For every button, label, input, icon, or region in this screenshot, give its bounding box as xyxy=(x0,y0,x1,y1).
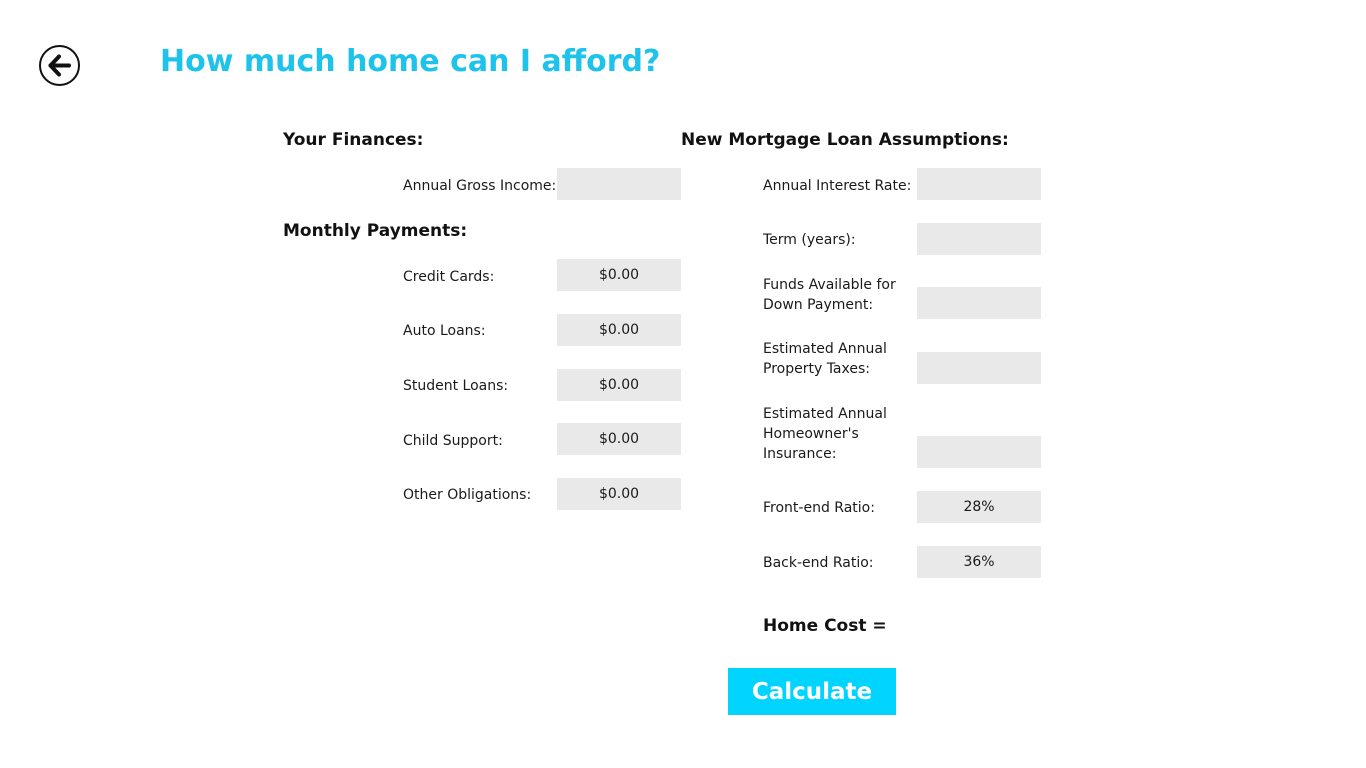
homeowners-insurance-input[interactable] xyxy=(917,436,1041,468)
annual-gross-income-input[interactable] xyxy=(557,168,681,200)
student-loans-input[interactable] xyxy=(557,369,681,401)
child-support-label: Child Support: xyxy=(403,433,503,449)
child-support-input[interactable] xyxy=(557,423,681,455)
homeowners-insurance-label-line2: Homeowner's xyxy=(763,426,859,442)
calculate-button[interactable]: Calculate xyxy=(728,668,896,715)
annual-gross-income-label: Annual Gross Income: xyxy=(403,178,557,194)
property-taxes-label-line2: Property Taxes: xyxy=(763,361,870,377)
homeowners-insurance-label-line1: Estimated Annual xyxy=(763,406,887,422)
down-payment-label-line2: Down Payment: xyxy=(763,297,874,313)
annual-interest-rate-label: Annual Interest Rate: xyxy=(763,178,912,194)
back-button[interactable] xyxy=(39,45,80,86)
term-years-input[interactable] xyxy=(917,223,1041,255)
front-end-ratio-input[interactable] xyxy=(917,491,1041,523)
student-loans-label: Student Loans: xyxy=(403,378,509,394)
front-end-ratio-label: Front-end Ratio: xyxy=(763,500,875,516)
back-end-ratio-label: Back-end Ratio: xyxy=(763,555,874,571)
monthly-payments-heading: Monthly Payments: xyxy=(283,221,468,241)
down-payment-label-line1: Funds Available for xyxy=(763,277,896,293)
other-obligations-input[interactable] xyxy=(557,478,681,510)
annual-interest-rate-input[interactable] xyxy=(917,168,1041,200)
down-payment-input[interactable] xyxy=(917,287,1041,319)
homeowners-insurance-label-line3: Insurance: xyxy=(763,446,837,462)
credit-cards-label: Credit Cards: xyxy=(403,269,495,285)
page-title: How much home can I afford? xyxy=(160,44,661,79)
auto-loans-input[interactable] xyxy=(557,314,681,346)
credit-cards-input[interactable] xyxy=(557,259,681,291)
other-obligations-label: Other Obligations: xyxy=(403,487,532,503)
back-arrow-icon xyxy=(48,54,71,77)
back-end-ratio-input[interactable] xyxy=(917,546,1041,578)
your-finances-heading: Your Finances: xyxy=(283,130,424,150)
mortgage-assumptions-heading: New Mortgage Loan Assumptions: xyxy=(681,130,1009,150)
home-cost-label: Home Cost = xyxy=(763,616,887,636)
auto-loans-label: Auto Loans: xyxy=(403,323,486,339)
property-taxes-label-line1: Estimated Annual xyxy=(763,341,887,357)
term-years-label: Term (years): xyxy=(763,232,856,248)
property-taxes-input[interactable] xyxy=(917,352,1041,384)
